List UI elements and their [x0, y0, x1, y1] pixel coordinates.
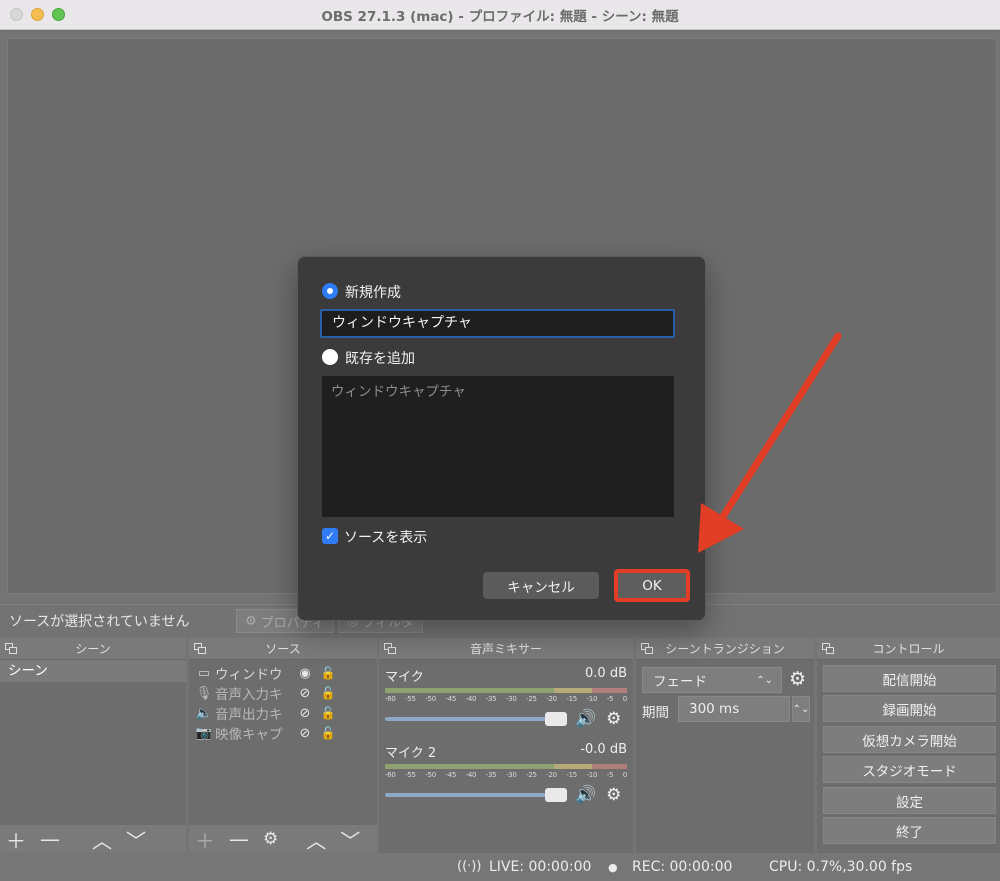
annotation-arrow — [698, 332, 842, 553]
